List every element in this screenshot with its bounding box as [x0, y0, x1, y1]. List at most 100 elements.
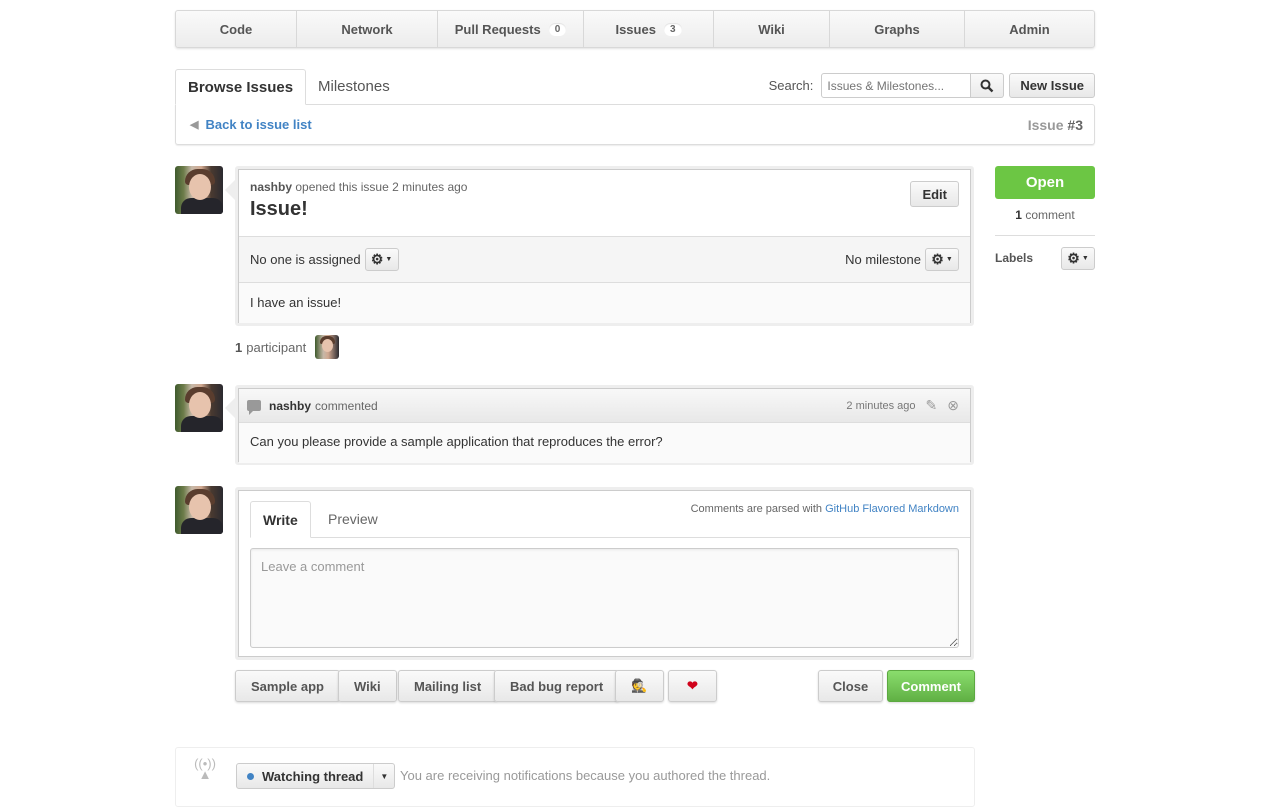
- issue-title: Issue!: [250, 198, 308, 220]
- detective-emoji-button[interactable]: 🕵: [615, 670, 664, 702]
- speech-pointer: [225, 180, 235, 200]
- issue-author-link[interactable]: nashby: [250, 180, 292, 194]
- heart-emoji-button[interactable]: ❤: [668, 670, 717, 702]
- search-area: Search: New Issue: [769, 73, 1095, 98]
- mailing-list-button[interactable]: Mailing list: [398, 670, 498, 702]
- search-icon: [980, 79, 994, 92]
- bad-bug-report-button[interactable]: Bad bug report: [494, 670, 620, 702]
- nav-admin[interactable]: Admin: [965, 11, 1094, 47]
- milestone-text: No milestone: [845, 252, 921, 267]
- caret-down-icon: ▼: [945, 256, 953, 263]
- caret-down-icon: ▼: [385, 256, 393, 263]
- assignee-gear-button[interactable]: ⚙ ▼: [364, 248, 399, 271]
- participant-count: 1: [235, 339, 243, 355]
- speech-pointer: [225, 398, 235, 418]
- comment-time: 2 minutes ago: [846, 399, 916, 412]
- issues-tabs: Browse Issues Milestones Search: New Iss…: [175, 69, 1095, 105]
- markdown-note: Comments are parsed with GitHub Flavored…: [691, 503, 959, 515]
- markdown-help-link[interactable]: GitHub Flavored Markdown: [825, 503, 959, 515]
- search-button[interactable]: [971, 73, 1005, 98]
- commenter-avatar[interactable]: [175, 384, 223, 432]
- broadcast-icon: ((•)) ▲: [194, 756, 216, 782]
- comment-body: Can you please provide a sample applicat…: [239, 423, 970, 463]
- nav-label: Pull Requests: [454, 21, 541, 37]
- gear-icon: ⚙: [1067, 249, 1080, 266]
- caret-down-icon[interactable]: ▼: [374, 764, 394, 788]
- arrow-left-icon: ◀: [190, 119, 199, 131]
- new-issue-button[interactable]: New Issue: [1009, 73, 1095, 98]
- tab-write[interactable]: Write: [250, 501, 311, 538]
- sidebar-divider: [995, 235, 1095, 236]
- gear-icon: ⚙: [931, 251, 944, 267]
- comment-bubble-icon: [247, 400, 261, 415]
- comment-count-label: comment: [1025, 208, 1075, 222]
- participants: 1 participant: [235, 335, 340, 359]
- comment-submit-button[interactable]: Comment: [887, 670, 975, 702]
- nav-label: Network: [341, 21, 393, 37]
- search-label: Search:: [768, 78, 814, 93]
- issue-box: nashby opened this issue 2 minutes ago I…: [235, 166, 974, 326]
- nav-issues[interactable]: Issues 3: [584, 11, 714, 47]
- wiki-button[interactable]: Wiki: [338, 670, 397, 702]
- current-user-avatar: [175, 486, 223, 534]
- pencil-icon[interactable]: ✎: [926, 397, 938, 414]
- comment-count: 1 comment: [995, 208, 1095, 222]
- tab-preview[interactable]: Preview: [316, 501, 390, 538]
- watching-dot-icon: [247, 772, 254, 780]
- issues-count: 3: [663, 22, 682, 36]
- close-circle-icon[interactable]: ⊗: [947, 397, 959, 414]
- comment-action: commented: [315, 398, 378, 413]
- edit-button[interactable]: Edit: [910, 181, 959, 207]
- gear-icon: ⚙: [370, 251, 384, 267]
- nav-label: Graphs: [874, 21, 920, 37]
- participant-avatar[interactable]: [315, 335, 340, 359]
- watch-thread-button[interactable]: Watching thread ▼: [236, 763, 396, 789]
- milestone-gear-button[interactable]: ⚙ ▼: [925, 248, 959, 271]
- issue-number-value: #3: [1067, 116, 1083, 133]
- nav-label: Code: [219, 21, 253, 37]
- search-input[interactable]: [821, 73, 972, 98]
- watch-note: You are receiving notifications because …: [400, 768, 771, 783]
- nav-label: Admin: [1009, 21, 1050, 37]
- nav-network[interactable]: Network: [297, 11, 438, 47]
- comment-textarea[interactable]: [250, 548, 959, 648]
- watch-label: Watching thread: [262, 768, 364, 784]
- repo-nav: Code Network Pull Requests 0 Issues 3 Wiki…: [175, 10, 1095, 48]
- issue-nav-bar: ◀ Back to issue list Issue #3: [175, 104, 1095, 145]
- pull-requests-count: 0: [548, 22, 567, 36]
- issue-state-badge: Open: [995, 166, 1095, 199]
- issue-body: I have an issue!: [239, 283, 970, 323]
- comment-author-link[interactable]: nashby: [269, 399, 311, 413]
- issue-meta-text: opened this issue 2 minutes ago: [295, 180, 468, 194]
- nav-wiki[interactable]: Wiki: [714, 11, 830, 47]
- participant-label: participant: [246, 339, 307, 355]
- detective-icon: 🕵: [631, 678, 648, 693]
- issue-number: Issue #3: [1028, 117, 1083, 133]
- tab-milestones[interactable]: Milestones: [306, 69, 402, 105]
- labels-gear-button[interactable]: ⚙ ▼: [1061, 246, 1095, 270]
- nav-label: Issues: [615, 21, 656, 37]
- comment-composer: Write Preview Comments are parsed with G…: [235, 487, 974, 660]
- back-link-label: Back to issue list: [205, 117, 312, 132]
- assignment-row: No one is assigned ⚙ ▼ No milestone ⚙ ▼: [239, 237, 970, 283]
- nav-code[interactable]: Code: [176, 11, 297, 47]
- tab-browse-issues[interactable]: Browse Issues: [175, 69, 307, 105]
- caret-down-icon: ▼: [1081, 254, 1089, 262]
- notification-bar: ((•)) ▲ Watching thread ▼ You are receivi…: [175, 747, 975, 807]
- sample-app-button[interactable]: Sample app: [235, 670, 340, 702]
- nav-graphs[interactable]: Graphs: [830, 11, 965, 47]
- labels-title: Labels: [995, 251, 1034, 265]
- nav-pull-requests[interactable]: Pull Requests 0: [438, 11, 584, 47]
- close-issue-button[interactable]: Close: [818, 670, 883, 702]
- heart-icon: ❤: [687, 678, 698, 693]
- back-to-issue-list-link[interactable]: ◀ Back to issue list: [190, 117, 312, 132]
- issue-number-prefix: Issue: [1027, 116, 1064, 133]
- comment-header: nashby commented 2 minutes ago ✎ ⊗: [239, 389, 970, 423]
- markdown-note-text: Comments are parsed with: [690, 503, 823, 515]
- comment: nashby commented 2 minutes ago ✎ ⊗ Can y…: [235, 385, 974, 465]
- issue-header: nashby opened this issue 2 minutes ago I…: [239, 170, 970, 237]
- author-avatar[interactable]: [175, 166, 223, 214]
- comment-count-value: 1: [1015, 208, 1022, 222]
- labels-section: Labels ⚙ ▼: [995, 246, 1095, 270]
- assignee-text: No one is assigned: [250, 252, 361, 267]
